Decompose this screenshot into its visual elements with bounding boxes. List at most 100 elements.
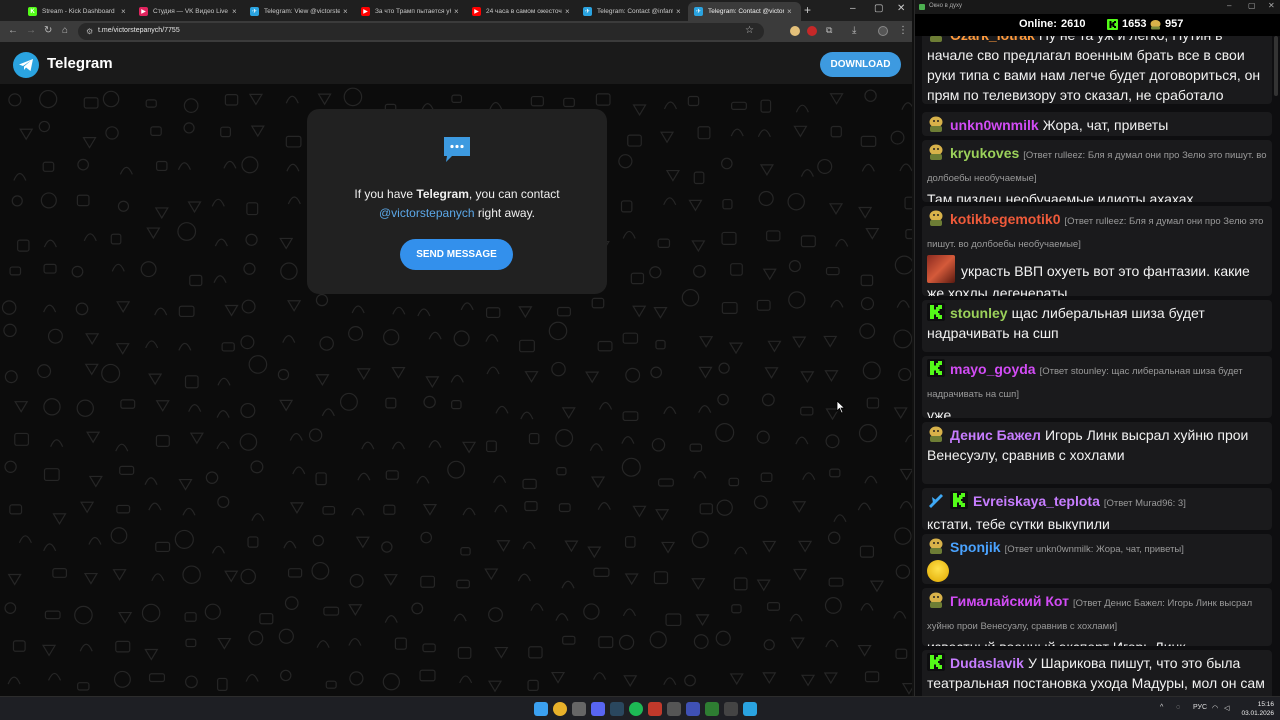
discord-icon[interactable] (591, 702, 605, 716)
tray-chevron-icon[interactable]: ^ (1160, 704, 1163, 711)
doodle-shape (830, 125, 842, 138)
app-icon-grey[interactable] (667, 702, 681, 716)
doodle-shape (693, 171, 705, 185)
doodle-shape (585, 371, 600, 384)
doodle-shape (102, 90, 120, 108)
maximize-icon[interactable]: ▢ (874, 3, 883, 14)
reload-icon[interactable]: ↻ (44, 25, 52, 36)
browser-tab[interactable]: ✈ Telegram: View @victorstep × (244, 2, 357, 21)
browser-tab[interactable]: ▶ За что Трамп пытается убит× (355, 2, 468, 21)
send-message-button[interactable]: SEND MESSAGE (400, 239, 513, 270)
chat-username[interactable]: Evreiskaya_teplota (973, 493, 1100, 509)
tab-close-icon[interactable]: × (454, 7, 462, 16)
telegram-logo-icon[interactable] (13, 52, 39, 78)
doodle-shape (154, 207, 169, 220)
doodle-shape (898, 367, 912, 382)
app-icon-red[interactable] (648, 702, 662, 716)
browser-tab[interactable]: K Stream - Kick Dashboard × (22, 2, 135, 21)
doodle-shape (530, 603, 544, 611)
close-window-icon[interactable]: ✕ (897, 3, 905, 14)
tab-close-icon[interactable]: × (787, 7, 795, 16)
media-player-icon[interactable] (686, 702, 700, 716)
doodle-shape (486, 440, 497, 453)
download-button[interactable]: DOWNLOAD (820, 52, 901, 77)
doodle-shape (899, 500, 912, 509)
doodle-shape (862, 361, 881, 380)
site-info-icon[interactable]: ⚙ (86, 27, 93, 36)
tab-close-icon[interactable]: × (565, 7, 573, 16)
tab-close-icon[interactable]: × (343, 7, 351, 16)
chat-username[interactable]: mayo_goyda (950, 361, 1036, 377)
doodle-shape (148, 373, 163, 386)
extension-icon[interactable] (790, 26, 800, 36)
wifi-icon[interactable]: ◠ (1212, 704, 1218, 712)
taskbar: ^ ◌ РУС ◠ ◁ 15:16 03.01.2026 (0, 696, 1280, 720)
chat-minimize-icon[interactable]: – (1227, 1, 1231, 10)
doodle-shape (80, 501, 95, 514)
tab-close-icon[interactable]: × (676, 7, 684, 16)
chat-username[interactable]: Ozark_lotrak (950, 36, 1035, 43)
doodle-shape (182, 565, 201, 584)
volume-icon[interactable]: ◁ (1224, 704, 1229, 712)
home-icon[interactable]: ⌂ (62, 25, 68, 36)
doodle-shape (82, 137, 97, 149)
language-indicator[interactable]: РУС (1193, 704, 1207, 711)
chat-close-icon[interactable]: ✕ (1268, 1, 1275, 10)
spotify-icon[interactable] (629, 702, 643, 716)
doodle-shape (764, 367, 779, 379)
chat-username[interactable]: stounley (950, 305, 1008, 321)
url-field[interactable]: ⚙ t.me/victorstepanych/7755 ☆ (78, 23, 764, 40)
windows-start-icon[interactable] (534, 702, 548, 716)
tab-close-icon[interactable]: × (121, 7, 129, 16)
contact-prefix: If you have (354, 187, 417, 201)
doodle-shape (715, 423, 735, 443)
contact-handle-link[interactable]: @victorstepanych (379, 206, 475, 220)
app-icon-green[interactable] (705, 702, 719, 716)
contact-card: If you have Telegram, you can contact @v… (307, 109, 607, 294)
doodle-shape (148, 673, 166, 683)
bookmark-star-icon[interactable]: ☆ (745, 25, 754, 36)
doodle-shape (17, 239, 30, 252)
back-icon[interactable]: ← (8, 25, 18, 36)
app-icon-dark[interactable] (724, 702, 738, 716)
browser-menu-icon[interactable]: ⋮ (898, 25, 908, 36)
forward-icon[interactable]: → (26, 25, 36, 36)
chat-message-list[interactable]: Ozark_lotrakНу не та уж и легко, Путин в… (922, 36, 1272, 696)
new-tab-button[interactable]: + (804, 3, 811, 17)
doodle-shape (348, 325, 364, 342)
tab-close-icon[interactable]: × (232, 7, 240, 16)
chat-maximize-icon[interactable]: ▢ (1248, 1, 1256, 10)
doodle-shape (758, 190, 774, 207)
telegram-taskbar-icon[interactable] (743, 702, 757, 716)
chat-username[interactable]: Денис Бажел (950, 427, 1041, 443)
tray-network-icon[interactable]: ◌ (1176, 704, 1180, 711)
chrome-icon[interactable] (553, 702, 567, 716)
obs-icon[interactable] (572, 702, 586, 716)
minimize-icon[interactable]: – (850, 3, 856, 14)
browser-tab[interactable]: ▶ 24 часа в самом ожесточен × (466, 2, 579, 21)
doodle-shape (321, 408, 335, 417)
profile-avatar[interactable] (878, 26, 888, 36)
chat-username[interactable]: Гималайский Кот (950, 593, 1069, 609)
doodle-shape (38, 120, 51, 133)
chat-scrollbar[interactable] (1274, 36, 1278, 96)
doodle-shape (663, 677, 677, 686)
download-icon[interactable]: ⤓ (852, 25, 856, 36)
chat-username[interactable]: unkn0wnmilk (950, 117, 1039, 133)
doodle-shape (187, 201, 202, 214)
telegram-brand[interactable]: Telegram (47, 55, 113, 72)
steam-icon[interactable] (610, 702, 624, 716)
chat-username[interactable]: kotikbegemotik0 (950, 211, 1060, 227)
browser-tab[interactable]: ✈ Telegram: Contact @infantm × (577, 2, 690, 21)
chat-username[interactable]: Sponjik (950, 539, 1001, 555)
extension-icon-2[interactable] (807, 26, 817, 36)
doodle-shape (154, 307, 168, 316)
browser-tab[interactable]: ▶ Студия — VK Видео Live × (133, 2, 246, 21)
browser-tab[interactable]: ✈ Telegram: Contact @victorst × (688, 2, 801, 21)
chat-username[interactable]: kryukoves (950, 145, 1019, 161)
chat-username[interactable]: Dudaslavik (950, 655, 1024, 671)
extensions-puzzle-icon[interactable]: ⧉ (826, 25, 832, 36)
taskbar-clock[interactable]: 15:16 03.01.2026 (1238, 700, 1274, 718)
chat-message: Денис Бажел Игорь Линк высрал хуйню прои … (922, 422, 1272, 484)
vk-badge-icon (929, 426, 943, 442)
